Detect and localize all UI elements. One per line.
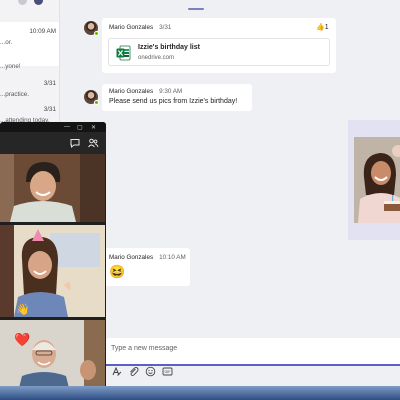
minimize-icon[interactable]: — [64, 124, 70, 130]
chat-icon[interactable] [69, 137, 81, 149]
chat-list-header [0, 0, 59, 6]
chat-list-preview: ...practice. [0, 91, 30, 98]
heart-icon: ❤️ [14, 332, 31, 347]
format-icon[interactable] [111, 366, 122, 377]
message-meta: Mario Gonzales 3/31 [109, 24, 171, 31]
message-meta: Mario Gonzales 9:30 AM [109, 88, 182, 95]
participant-video-tile[interactable] [0, 154, 105, 222]
close-icon[interactable]: ✕ [91, 124, 96, 131]
waving-hand-icon: 👋 [16, 304, 30, 316]
message-time: 9:30 AM [159, 88, 183, 95]
chat-list-time: 3/31 [43, 106, 56, 113]
compose-box[interactable] [106, 338, 400, 366]
thumbs-up-icon: 👍 [316, 24, 325, 31]
laughing-emoji-icon: 😆 [109, 264, 126, 279]
chat-list-preview: ...yone! [0, 63, 21, 70]
gif-icon[interactable]: GIF [162, 366, 173, 377]
video-call-window[interactable]: — ▢ ✕ 👋 ❤️ [0, 122, 106, 392]
participant-video-tile[interactable]: 👋 [0, 225, 105, 317]
message-input[interactable] [111, 345, 391, 352]
message-meta: Mario Gonzales 10:10 AM [109, 254, 186, 261]
message-text: Please send us pics from Izzie's birthda… [109, 98, 238, 105]
participant-man-image [0, 154, 105, 222]
scroll-indicator [188, 8, 204, 10]
sent-photo-message[interactable] [348, 120, 400, 240]
participants-icon[interactable] [87, 137, 99, 149]
file-attachment[interactable]: Izzie's birthday list onedrive.com [108, 38, 330, 66]
birthday-photo[interactable] [354, 137, 400, 223]
reaction-badge[interactable]: 👍1 [316, 23, 329, 31]
maximize-icon[interactable]: ▢ [77, 124, 83, 131]
call-header [0, 132, 106, 154]
emoji-icon[interactable] [145, 366, 156, 377]
chat-list-time: 3/31 [43, 80, 56, 87]
file-host: onedrive.com [138, 55, 175, 61]
message-time: 3/31 [159, 24, 172, 31]
taskbar [0, 386, 400, 400]
presence-badge [94, 100, 99, 105]
chat-list-time: 10:09 AM [29, 28, 56, 35]
girl-with-cake-image [354, 137, 400, 223]
chat-list-preview: ...or. [0, 39, 13, 46]
call-title-bar[interactable]: — ▢ ✕ [0, 122, 106, 132]
file-title: Izzie's birthday list [138, 44, 200, 51]
sender-name: Mario Gonzales [109, 24, 154, 31]
attach-icon[interactable] [128, 366, 139, 377]
sender-name: Mario Gonzales [109, 88, 154, 95]
participant-grandparents-image [0, 320, 105, 392]
presence-badge [94, 31, 99, 36]
svg-text:GIF: GIF [165, 370, 172, 374]
reaction-count: 1 [324, 24, 329, 31]
sender-avatar[interactable] [84, 90, 99, 105]
excel-icon [116, 45, 131, 61]
sender-name: Mario Gonzales [109, 254, 154, 261]
avatar-icon[interactable] [34, 0, 43, 5]
avatar-icon[interactable] [18, 0, 27, 5]
message-time: 10:10 AM [159, 254, 186, 261]
sender-avatar[interactable] [84, 21, 99, 36]
participant-video-tile[interactable]: ❤️ [0, 320, 105, 392]
